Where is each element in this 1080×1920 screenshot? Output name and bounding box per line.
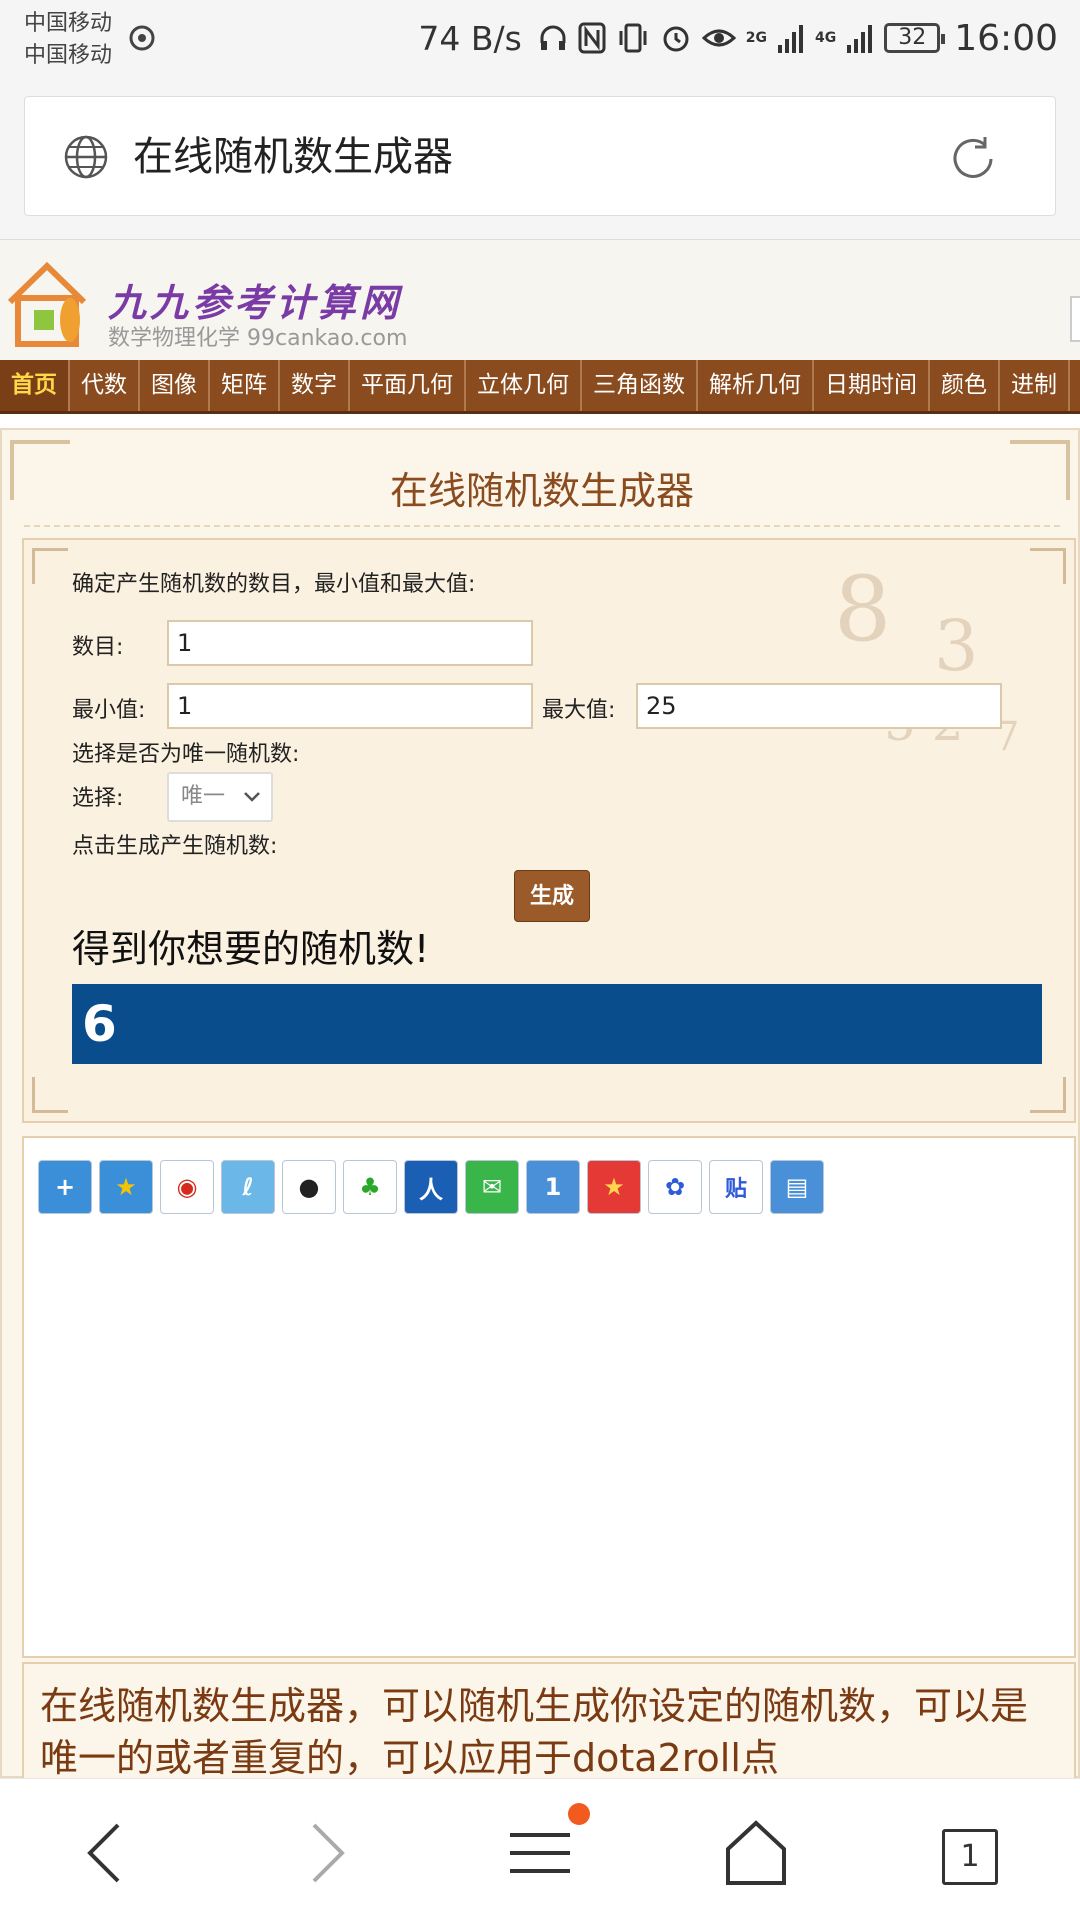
nav-item[interactable]: 日期时间 [814,360,930,411]
numbers-decoration: 8 3 5 2 7 [834,557,1019,760]
share-more-icon[interactable]: + [38,1160,92,1214]
main-content: 在线随机数生成器 8 3 5 2 7 确定产生随机数的数目，最小值和最大值: 数… [0,428,1080,1862]
page-heading: 在线随机数生成器 [389,469,694,513]
net-speed: 74 B/s [418,18,522,58]
alarm-icon [663,26,689,52]
page-title-url[interactable]: 在线随机数生成器 [133,127,453,187]
back-icon[interactable] [66,1813,146,1893]
signal-2g-icon [778,25,804,53]
renren-icon[interactable]: 人 [404,1160,458,1214]
address-bar[interactable]: 在线随机数生成器 [24,96,1056,216]
home-icon[interactable] [716,1813,796,1893]
carrier-1: 中国移动 [24,11,113,36]
result-value: 6 [72,984,1042,1064]
share-panel: + ★ ◉ ℓ ● ♣ 人 ✉ 1 ★ ✿ 贴 ▤ [22,1136,1076,1658]
clock: 16:00 [954,17,1058,59]
carrier-labels: 中国移动 中国移动 [24,8,112,72]
nav-item[interactable]: 进制 [1000,360,1070,411]
nav-item[interactable]: 代数 [70,360,140,411]
min-label: 最小值: [72,698,146,723]
site-header: 九九参考计算网 数学物理化学 99cankao.com [0,240,1080,360]
corner-decoration [32,1077,68,1113]
svg-text:3: 3 [934,605,979,687]
clover-icon[interactable]: ♣ [343,1160,397,1214]
carrier-2: 中国移动 [24,43,113,68]
headphones-icon [540,25,566,50]
star-icon[interactable]: ★ [587,1160,641,1214]
browser-toolbar: 在线随机数生成器 [0,80,1080,240]
unique-select[interactable]: 唯一 [167,772,273,822]
print-icon[interactable]: ▤ [770,1160,824,1214]
nav-item[interactable]: 解析几何 [698,360,814,411]
nav-item[interactable]: 数字 [280,360,350,411]
tencent-weibo-icon[interactable]: ℓ [221,1160,275,1214]
corner-decoration [1030,548,1066,584]
generate-button[interactable]: 生成 [514,870,590,922]
eye-icon [701,29,736,47]
result-title: 得到你想要的随机数! [72,927,430,971]
kaixin-icon[interactable]: 1 [526,1160,580,1214]
nav-item[interactable]: 平面几何 [350,360,466,411]
select-value: 唯一 [181,784,226,809]
nav-item[interactable]: 颜色 [930,360,1000,411]
globe-icon [64,135,108,179]
divider [24,525,1060,527]
min-input[interactable]: 1 [167,683,533,729]
nav-item[interactable]: 立体几何 [466,360,582,411]
unique-prompt: 选择是否为唯一随机数: [72,742,300,767]
logo-subtext: 数学物理化学 99cankao.com [108,326,408,351]
corner-decoration [32,548,68,584]
count-input[interactable]: 1 [167,620,533,666]
nav-item[interactable]: 矩阵 [210,360,280,411]
logo-house-icon[interactable] [4,258,90,350]
notification-dot [568,1803,590,1825]
vibrate-icon [619,23,647,53]
status-icons: 74 B/s 2G 4G 32 16:00 [418,16,1058,60]
battery-icon: 32 [884,23,946,53]
menu-icon[interactable] [500,1813,580,1893]
svg-text:8: 8 [834,557,891,662]
corner-decoration [1030,1077,1066,1113]
max-label: 最大值: [542,698,616,723]
weibo-share-icon[interactable]: ◉ [160,1160,214,1214]
nav-item[interactable]: 三角函数 [582,360,698,411]
calculator-panel: 8 3 5 2 7 确定产生随机数的数目，最小值和最大值: 数目: 1 最小值:… [22,538,1076,1123]
wechat-icon[interactable]: ✉ [465,1160,519,1214]
weibo-icon [129,25,155,51]
nav-item[interactable]: 首页 [0,360,70,411]
select-label: 选择: [72,786,124,811]
max-input[interactable]: 25 [636,683,1002,729]
nav-item[interactable]: 图像 [140,360,210,411]
reload-icon[interactable] [947,133,999,185]
main-nav: 首页代数图像矩阵数字平面几何立体几何三角函数解析几何日期时间颜色进制物 [0,360,1080,414]
nfc-icon [578,22,606,54]
signal-4g-icon [847,25,873,53]
browser-bottom-bar: 1 [0,1778,1080,1920]
status-bar: 中国移动 中国移动 74 B/s 2G 4G 32 16:00 [0,0,1080,80]
qzone-icon[interactable]: ★ [99,1160,153,1214]
tabs-button[interactable]: 1 [942,1829,998,1885]
baidu-icon[interactable]: ✿ [648,1160,702,1214]
search-box-edge[interactable] [1070,296,1080,342]
chevron-down-icon [244,792,260,802]
tieba-icon[interactable]: 贴 [709,1160,763,1214]
nav-item[interactable]: 物 [1070,360,1080,411]
net-4g-label: 4G [815,30,837,46]
generate-prompt: 点击生成产生随机数: [72,834,278,859]
count-label: 数目: [72,635,124,660]
forward-icon[interactable] [286,1813,366,1893]
net-2g-label: 2G [745,30,768,46]
intro-text: 确定产生随机数的数目，最小值和最大值: [72,572,476,597]
share-icons-row: + ★ ◉ ℓ ● ♣ 人 ✉ 1 ★ ✿ 贴 ▤ [38,1160,824,1214]
qq-icon[interactable]: ● [282,1160,336,1214]
logo-text[interactable]: 九九参考计算网 [108,272,402,327]
